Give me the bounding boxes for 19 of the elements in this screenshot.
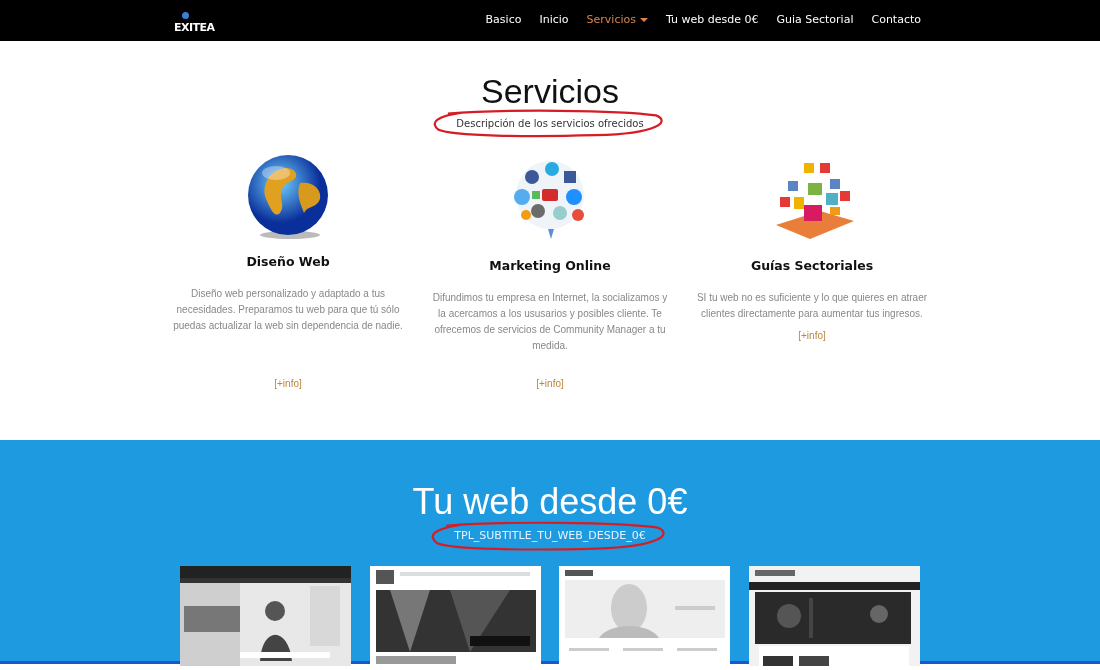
- section-subtitle: TPL_SUBTITLE_TU_WEB_DESDE_0€: [432, 521, 668, 551]
- service-title: Guías Sectoriales: [750, 257, 874, 276]
- service-title: Marketing Online: [489, 257, 611, 276]
- globe-icon: [246, 153, 330, 242]
- nav-link[interactable]: Contacto: [862, 12, 930, 29]
- section-title: Servicios: [480, 73, 620, 111]
- service-description: Diseño web personalizado y adaptado a tus necesidades. Preparamos tu web para que tú sólo puedas actualizar la web sin dependencia de nadie.: [172, 287, 404, 334]
- nav-link[interactable]: Tu web desde 0€: [656, 12, 768, 29]
- service-title: Diseño Web: [246, 253, 330, 272]
- service-description: Difundimos tu empresa en Internet, la socializamos y la acercamos a los ususarios y posibles cliente. Te ofrecemos de servicios de Community Manager a tu medida.: [432, 291, 668, 354]
- logo[interactable]: EXITEA: [174, 10, 215, 37]
- logo-dot-icon: [182, 11, 189, 19]
- nav-link[interactable]: Inicio: [530, 12, 578, 29]
- service-description: SI tu web no es suficiente y lo que quieres en atraer clientes directamente para aumentar tus ingresos.: [695, 291, 929, 322]
- nav-link[interactable]: Servicios: [577, 12, 657, 29]
- section-title: Tu web desde 0€: [411, 482, 689, 522]
- nav-link[interactable]: Guia Sectorial: [767, 12, 863, 29]
- section-subtitle: Descripción de los servicios ofrecidos: [434, 110, 666, 138]
- nav-link[interactable]: Basico: [476, 12, 531, 29]
